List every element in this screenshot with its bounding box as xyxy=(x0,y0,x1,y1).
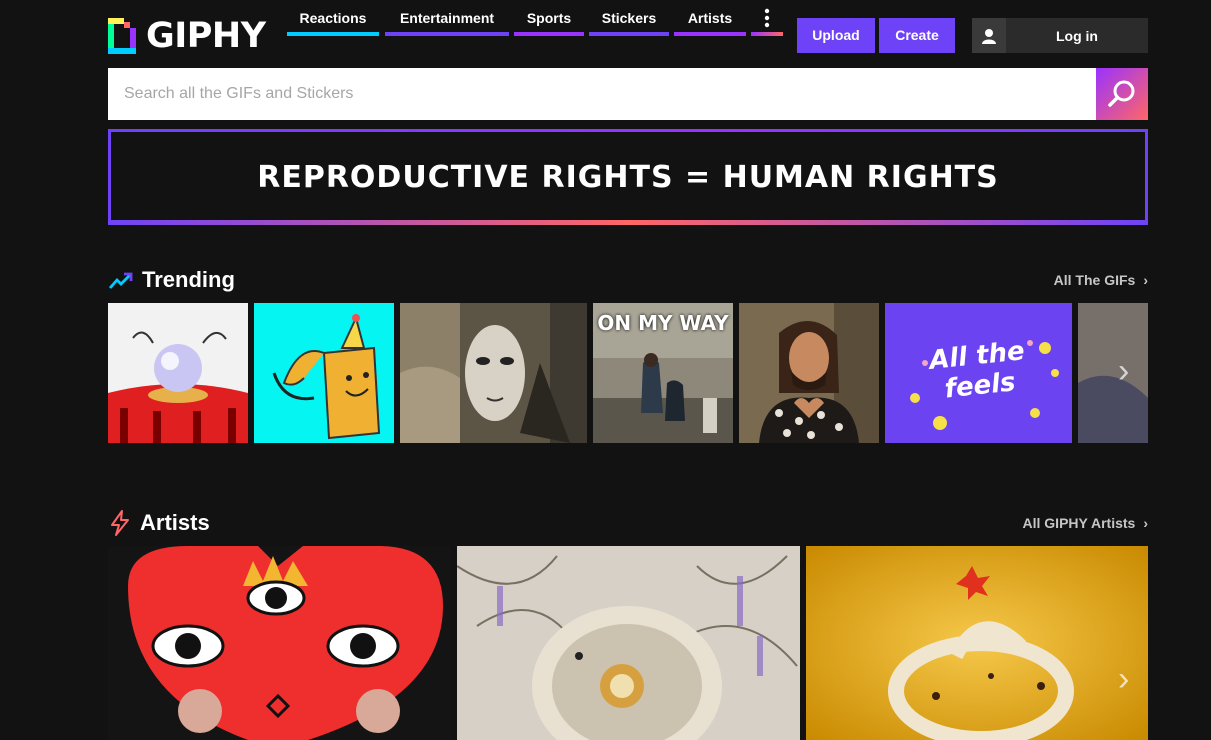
user-icon xyxy=(972,18,1006,53)
upload-button[interactable]: Upload xyxy=(797,18,875,53)
logo-text: GIPHY xyxy=(146,16,266,56)
trending-title: Trending xyxy=(142,267,235,292)
artist-gif-yellow-ring[interactable] xyxy=(806,546,1148,740)
nav-stickers[interactable]: Stickers xyxy=(589,0,669,36)
banner-text: REPRODUCTIVE RIGHTS = HUMAN RIGHTS xyxy=(111,132,1145,222)
search-input[interactable] xyxy=(108,68,1096,120)
artist-gif-sepia-portrait[interactable] xyxy=(457,546,800,740)
chevron-right-icon: › xyxy=(1143,515,1148,531)
search-icon xyxy=(1108,80,1135,107)
search-button[interactable] xyxy=(1096,68,1148,120)
nav-label: Sports xyxy=(526,10,572,26)
nav-more-button[interactable] xyxy=(751,0,783,36)
trending-icon xyxy=(108,272,133,289)
all-gifs-label: All The GIFs xyxy=(1053,272,1136,288)
nav-reactions[interactable]: Reactions xyxy=(287,0,379,36)
create-button[interactable]: Create xyxy=(879,18,955,53)
trending-gif-on-my-way[interactable]: ON MY WAY xyxy=(593,303,733,443)
trending-gif-crystal-ball[interactable] xyxy=(108,303,248,443)
trending-gif-partial[interactable] xyxy=(1078,303,1148,443)
artists-title: Artists xyxy=(140,510,210,535)
promo-banner[interactable]: REPRODUCTIVE RIGHTS = HUMAN RIGHTS xyxy=(108,129,1148,225)
all-artists-label: All GIPHY Artists xyxy=(1022,515,1136,531)
nav-sports[interactable]: Sports xyxy=(514,0,584,36)
login-button[interactable]: Log in xyxy=(972,18,1148,53)
trending-gif-all-the-feels[interactable]: All the feels xyxy=(885,303,1072,443)
nav-label: Artists xyxy=(687,10,733,26)
nav-entertainment[interactable]: Entertainment xyxy=(385,0,509,36)
nav-label: Reactions xyxy=(299,10,367,26)
trending-gif-masked-man[interactable] xyxy=(400,303,587,443)
gif-caption: ON MY WAY xyxy=(597,311,729,335)
artists-next-arrow-icon[interactable]: › xyxy=(1118,660,1129,699)
all-gifs-link[interactable]: All The GIFs › xyxy=(1054,272,1148,288)
trending-gif-party-cat[interactable] xyxy=(254,303,394,443)
nav-label: Entertainment xyxy=(399,10,495,26)
banner-underline xyxy=(108,220,1148,225)
login-label: Log in xyxy=(1056,27,1098,44)
search-bar xyxy=(108,68,1148,120)
all-artists-link[interactable]: All GIPHY Artists › xyxy=(1023,515,1148,531)
artists-header: Artists All GIPHY Artists › xyxy=(108,508,1148,538)
nav-label: Stickers xyxy=(601,10,657,26)
trending-next-arrow-icon[interactable]: › xyxy=(1118,352,1129,391)
giphy-logo-icon xyxy=(108,18,136,54)
vertical-ellipsis-icon xyxy=(764,8,770,28)
trending-gif-man-heart[interactable] xyxy=(739,303,879,443)
chevron-right-icon: › xyxy=(1143,272,1148,288)
giphy-logo[interactable]: GIPHY xyxy=(108,16,266,56)
lightning-icon xyxy=(111,510,129,536)
nav-artists[interactable]: Artists xyxy=(674,0,746,36)
trending-header: Trending All The GIFs › xyxy=(108,265,1148,295)
artist-gif-heart-face[interactable] xyxy=(108,546,451,740)
